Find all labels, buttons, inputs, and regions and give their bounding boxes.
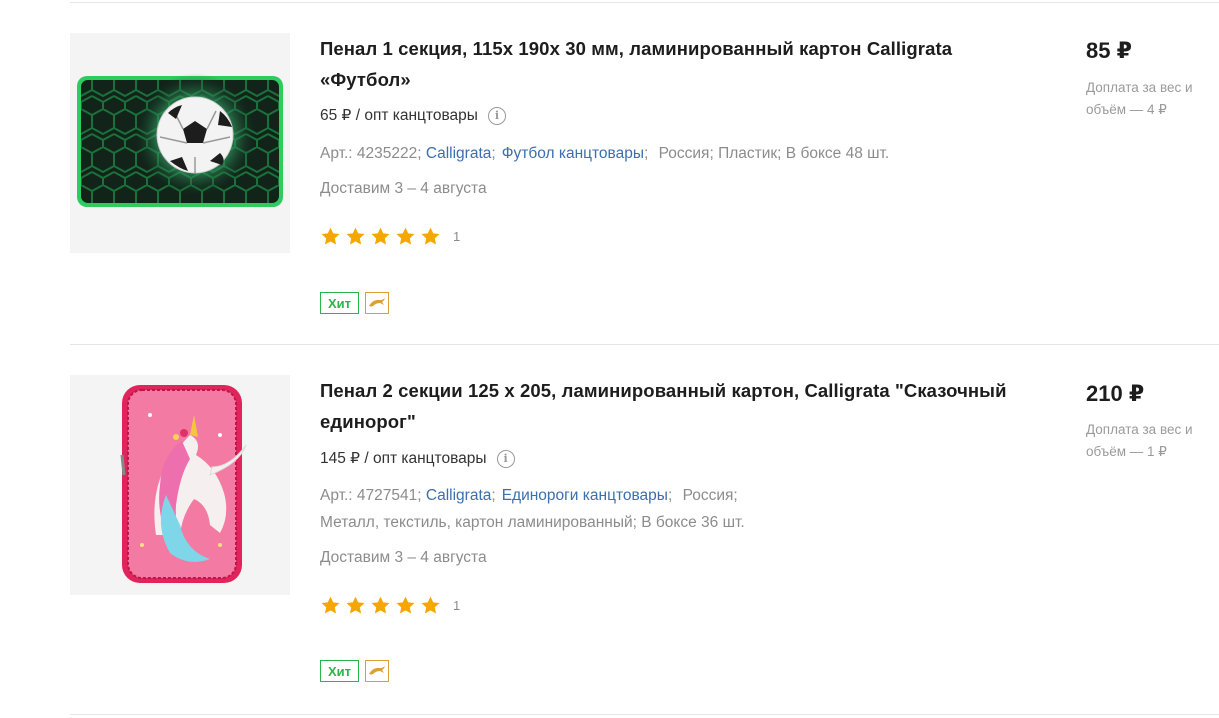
product-title[interactable]: Пенал 1 секция, 115х 190х 30 мм, ламинир… [320, 33, 1010, 95]
separator: ; [667, 487, 673, 504]
delivery-date: Доставим 3 – 4 августа [320, 549, 487, 566]
star-icon [420, 226, 441, 247]
info-icon[interactable]: i [496, 450, 515, 468]
product-title[interactable]: Пенал 2 секции 125 х 205, ламинированный… [320, 375, 1010, 437]
box-quantity: В боксе 48 шт. [785, 145, 890, 162]
hit-badge: Хит [320, 660, 360, 682]
star-icon [370, 226, 391, 247]
article-number: Арт.: 4727541; [320, 487, 422, 504]
star-icon [345, 226, 366, 247]
star-icon [320, 226, 341, 247]
rating-count: 1 [453, 229, 461, 244]
box-quantity: В боксе 36 шт. [641, 514, 745, 531]
separator: ; [491, 145, 496, 162]
separator: ; [644, 145, 649, 162]
star-icon [395, 595, 416, 616]
price: 210 ₽ [1086, 381, 1145, 406]
surcharge-note: Доплата за вес и объём — 4 ₽ [1086, 80, 1193, 117]
rating-count: 1 [453, 598, 461, 613]
separator: ; [491, 487, 496, 504]
product-card: Пенал 2 секции 125 х 205, ламинированный… [0, 375, 1219, 715]
delivery-date: Доставим 3 – 4 августа [320, 180, 487, 197]
product-meta: Арт.: 4727541; Calligrata; Единороги канц… [320, 482, 1010, 536]
wholesale-price: 65 ₽ / опт канцтовары i [320, 104, 506, 128]
material: Металл, текстиль, картон ламинированный; [320, 514, 637, 531]
product-image-unicorn-pencil-case[interactable] [70, 375, 290, 595]
country: Россия; [682, 487, 738, 504]
surcharge-note: Доплата за вес и объём — 1 ₽ [1086, 422, 1193, 459]
star-icon [320, 595, 341, 616]
brand-link[interactable]: Calligrata [426, 487, 491, 504]
price: 85 ₽ [1086, 38, 1132, 63]
rating[interactable]: 1 [320, 595, 460, 616]
product-card: Пенал 1 секция, 115х 190х 30 мм, ламинир… [0, 33, 1219, 373]
dolphin-icon [365, 660, 390, 682]
rating[interactable]: 1 [320, 226, 460, 247]
bottom-divider [70, 714, 1219, 715]
category-link[interactable]: Футбол канцтовары [502, 145, 644, 162]
star-icon [395, 226, 416, 247]
info-icon[interactable]: i [487, 107, 506, 125]
country: Россия; [658, 145, 714, 162]
hit-badge: Хит [320, 292, 360, 314]
dolphin-icon [365, 292, 390, 314]
top-divider [70, 2, 1219, 3]
material: Пластик; [718, 145, 782, 162]
wholesale-price-text: 145 ₽ / опт канцтовары [320, 450, 487, 467]
star-icon [420, 595, 441, 616]
article-number: Арт.: 4235222; [320, 145, 422, 162]
badges: Хит [320, 292, 390, 314]
badges: Хит [320, 660, 390, 682]
product-image-football-pencil-case[interactable] [70, 33, 290, 253]
product-meta: Арт.: 4235222; Calligrata; Футбол канцтов… [320, 140, 1010, 167]
brand-link[interactable]: Calligrata [426, 145, 491, 162]
product-divider [70, 344, 1219, 345]
category-link[interactable]: Единороги канцтовары [502, 487, 668, 504]
star-icon [370, 595, 391, 616]
wholesale-price-text: 65 ₽ / опт канцтовары [320, 107, 478, 124]
star-icon [345, 595, 366, 616]
wholesale-price: 145 ₽ / опт канцтовары i [320, 447, 515, 471]
